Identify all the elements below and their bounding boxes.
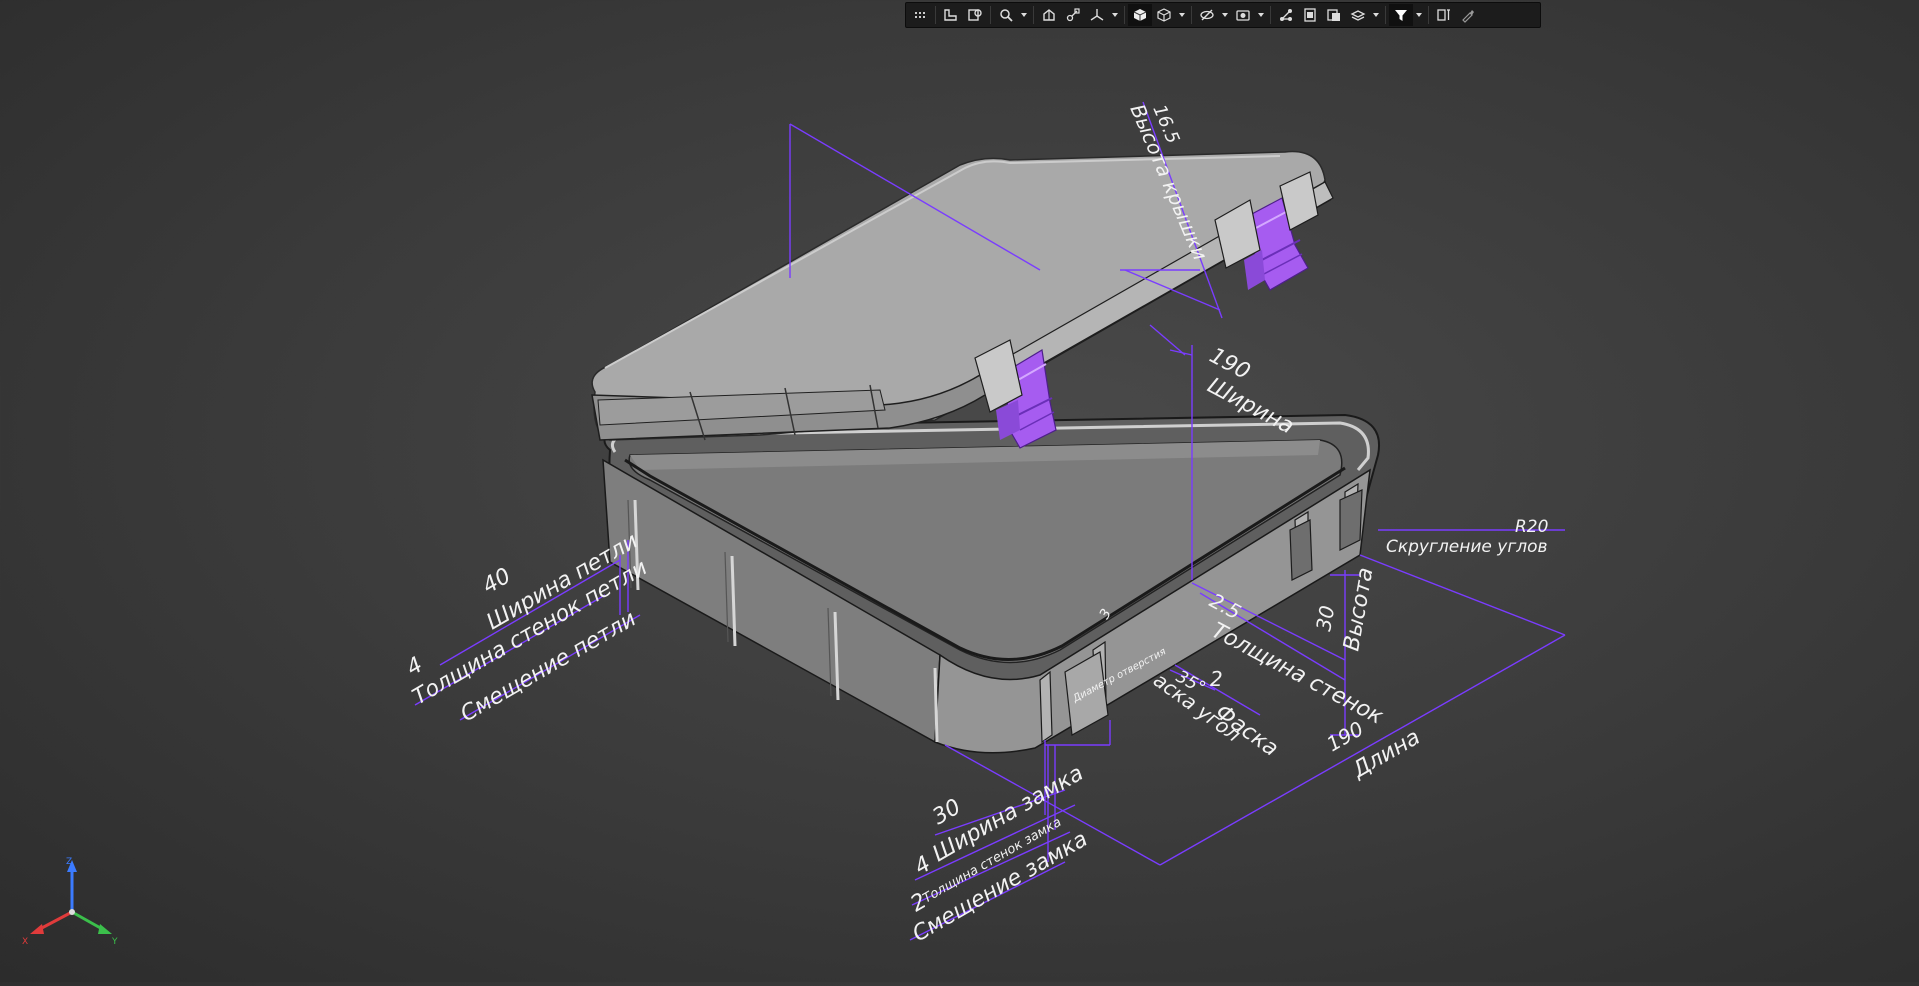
chevron-down-icon (1111, 11, 1119, 19)
layers-edit-button[interactable] (1322, 4, 1346, 26)
zoom-icon (998, 7, 1014, 23)
radius-label: Скругление углов (1386, 537, 1548, 557)
toolbar-separator (1428, 6, 1429, 24)
grip-icon (912, 7, 928, 23)
toolbar-separator (1033, 6, 1034, 24)
radius-value: R20 (1515, 517, 1548, 537)
wireframe-cube-button[interactable] (1152, 4, 1176, 26)
toolbar-separator (1385, 6, 1386, 24)
sketch-view-icon (967, 7, 983, 23)
section-button[interactable] (1037, 4, 1061, 26)
sketch-plane-button[interactable] (939, 4, 963, 26)
filter-dropdown[interactable] (1413, 4, 1425, 26)
zoom-button[interactable] (994, 4, 1018, 26)
filter-icon (1393, 7, 1409, 23)
eyedropper-icon (1460, 7, 1476, 23)
part-icon (1065, 7, 1081, 23)
toolbar-separator (1191, 6, 1192, 24)
axis-x-label: X (22, 937, 28, 947)
axis-y-label: Y (111, 937, 118, 947)
lock-wall-value: 4 (911, 852, 936, 881)
layers-icon (1302, 7, 1318, 23)
axis-icon (1089, 7, 1105, 23)
connect-button[interactable] (1274, 4, 1298, 26)
settings-icon (1436, 7, 1452, 23)
section-icon (1041, 7, 1057, 23)
toolbar-separator (1270, 6, 1271, 24)
chamfer-value: 2 (1210, 667, 1223, 691)
part-button[interactable] (1061, 4, 1085, 26)
camera-dropdown[interactable] (1255, 4, 1267, 26)
hinge-wall-value: 4 (403, 653, 428, 682)
wireframe-cube-dropdown[interactable] (1176, 4, 1188, 26)
lock-width-value: 30 (929, 795, 966, 831)
eyedropper-button[interactable] (1456, 4, 1480, 26)
chevron-down-icon (1415, 11, 1423, 19)
3d-viewport[interactable]: 16.5 Высота крышки 190 Ширина R20 Скругл… (0, 0, 1919, 982)
axis-dropdown[interactable] (1109, 4, 1121, 26)
axis-button[interactable] (1085, 4, 1109, 26)
connect-icon (1278, 7, 1294, 23)
chevron-down-icon (1221, 11, 1229, 19)
hide-icon (1199, 7, 1215, 23)
grip-button[interactable] (908, 4, 932, 26)
shaded-cube-icon (1132, 7, 1148, 23)
chevron-down-icon (1178, 11, 1186, 19)
layers-edit-icon (1326, 7, 1342, 23)
sketch-view-button[interactable] (963, 4, 987, 26)
camera-icon (1235, 7, 1251, 23)
chevron-down-icon (1372, 11, 1380, 19)
hide-dropdown[interactable] (1219, 4, 1231, 26)
wireframe-cube-icon (1156, 7, 1172, 23)
chevron-down-icon (1257, 11, 1265, 19)
shaded-cube-button[interactable] (1128, 4, 1152, 26)
chevron-down-icon (1020, 11, 1028, 19)
sketch-plane-icon (943, 7, 959, 23)
layers-stack-dropdown[interactable] (1370, 4, 1382, 26)
hide-button[interactable] (1195, 4, 1219, 26)
layers-stack-button[interactable] (1346, 4, 1370, 26)
view-toolbar (905, 2, 1541, 28)
axis-triad: Z X Y (22, 857, 118, 947)
zoom-dropdown[interactable] (1018, 4, 1030, 26)
settings-button[interactable] (1432, 4, 1456, 26)
layers-button[interactable] (1298, 4, 1322, 26)
toolbar-separator (1124, 6, 1125, 24)
axis-z-label: Z (66, 857, 72, 867)
box-base[interactable] (602, 413, 1380, 754)
camera-button[interactable] (1231, 4, 1255, 26)
filter-button[interactable] (1389, 4, 1413, 26)
toolbar-separator (935, 6, 936, 24)
layers-stack-icon (1350, 7, 1366, 23)
height-value: 30 (1311, 604, 1339, 633)
hinge-width-value: 40 (479, 564, 516, 600)
model-canvas[interactable]: 16.5 Высота крышки 190 Ширина R20 Скругл… (0, 0, 1919, 982)
toolbar-separator (990, 6, 991, 24)
